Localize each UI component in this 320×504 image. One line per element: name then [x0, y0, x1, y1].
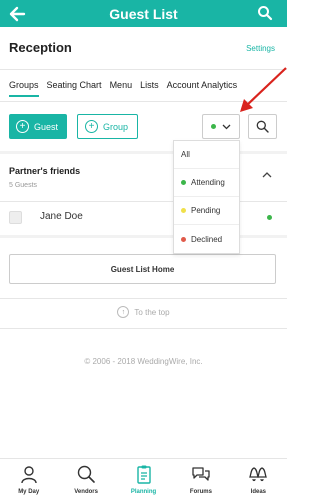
to-top-label: To the top [134, 307, 170, 317]
person-icon [21, 466, 37, 484]
section-separator [0, 235, 287, 238]
nav-planning[interactable]: Planning [115, 459, 172, 504]
add-group-label: Group [103, 121, 129, 132]
table-row[interactable]: Jane Doe [0, 202, 287, 232]
copyright-footer: © 2006 - 2018 WeddingWire, Inc. [84, 357, 203, 366]
status-dot [181, 236, 186, 242]
status-dot [181, 208, 186, 213]
chevron-up-icon[interactable] [262, 171, 272, 179]
tab-groups[interactable]: Groups [9, 74, 39, 97]
plus-icon: + [85, 120, 98, 133]
tab-lists[interactable]: Lists [140, 74, 159, 102]
add-guest-label: Guest [34, 121, 59, 132]
filter-option-attending[interactable]: Attending [174, 169, 239, 197]
back-arrow-icon[interactable] [8, 5, 26, 23]
bottom-navigation: My Day Vendors Planning Forums Ideas [0, 458, 287, 504]
guest-name: Jane Doe [40, 211, 83, 222]
status-filter-menu: All Attending Pending Declined [173, 140, 240, 254]
divider [0, 328, 287, 329]
chat-bubbles-icon [192, 467, 210, 481]
add-guest-button[interactable]: + Guest [9, 114, 67, 139]
guest-status-dot [267, 215, 272, 220]
filter-option-label: Pending [191, 206, 221, 215]
event-header: Reception Settings [0, 27, 287, 69]
nav-label: Planning [130, 489, 157, 495]
nav-my-day[interactable]: My Day [0, 459, 57, 504]
tab-seating-chart[interactable]: Seating Chart [47, 74, 102, 102]
filter-option-pending[interactable]: Pending [174, 197, 239, 225]
search-icon[interactable] [257, 5, 273, 21]
chevron-down-icon [222, 124, 231, 129]
nav-label: Vendors [74, 489, 98, 495]
tab-account-analytics[interactable]: Account Analytics [167, 74, 238, 102]
nav-label: My Day [18, 489, 40, 495]
filter-option-label: Attending [191, 178, 225, 187]
search-icon [77, 465, 95, 483]
to-the-top-link[interactable]: ↑ To the top [0, 306, 287, 318]
top-app-bar: Guest List [0, 0, 287, 27]
group-guest-count: 5 Guests [9, 182, 38, 189]
arrow-up-icon: ↑ [117, 306, 130, 318]
nav-forums[interactable]: Forums [172, 459, 229, 504]
section-separator [0, 151, 287, 154]
group-name: Partner's friends [9, 166, 81, 176]
filter-option-all[interactable]: All [174, 141, 239, 169]
nav-vendors[interactable]: Vendors [57, 459, 114, 504]
status-dot [181, 180, 186, 185]
guest-checkbox[interactable] [9, 211, 22, 224]
clipboard-icon [136, 465, 151, 484]
settings-link[interactable]: Settings [246, 44, 275, 53]
page-title: Guest List [109, 5, 178, 22]
filter-option-declined[interactable]: Declined [174, 225, 239, 253]
nav-label: Forums [189, 489, 212, 495]
filter-option-label: Declined [191, 234, 223, 244]
tab-menu[interactable]: Menu [110, 74, 133, 102]
bells-icon [249, 467, 268, 482]
plus-icon: + [16, 120, 29, 133]
filter-option-label: All [181, 150, 190, 159]
nav-label: Ideas [250, 489, 266, 495]
nav-ideas[interactable]: Ideas [230, 459, 287, 504]
annotation-arrow [240, 67, 287, 112]
add-group-button[interactable]: + Group [77, 114, 138, 139]
status-dot [211, 124, 216, 129]
event-name: Reception [9, 40, 72, 55]
guest-list-home-button[interactable]: Guest List Home [9, 254, 276, 284]
divider [0, 298, 287, 299]
